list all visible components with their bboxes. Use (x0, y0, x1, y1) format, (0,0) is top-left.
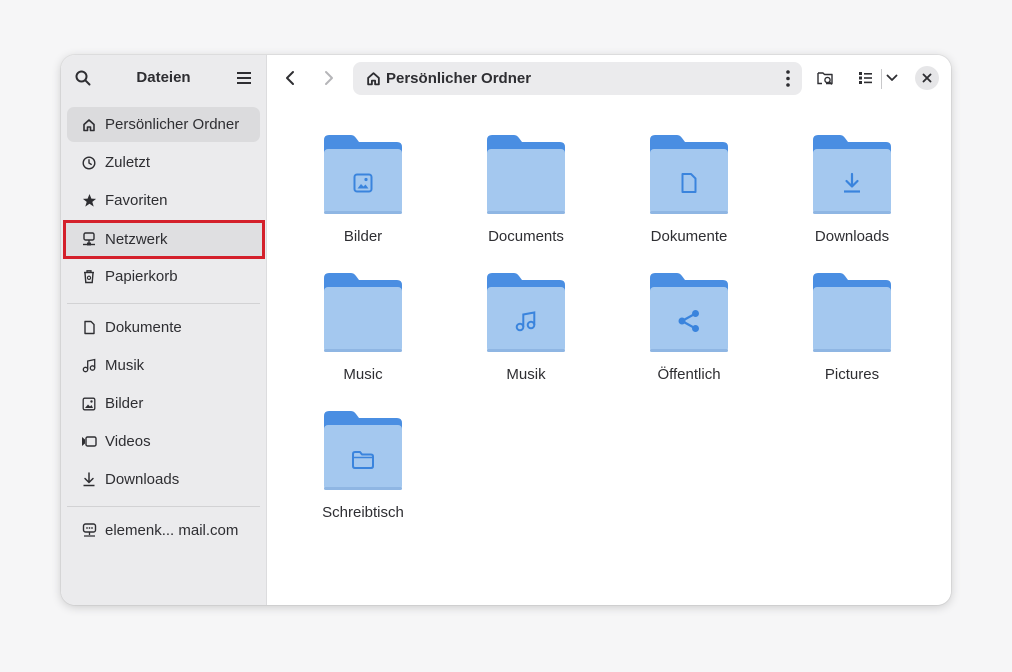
folder-item[interactable]: Bilder (293, 134, 433, 264)
list-view-button[interactable] (851, 64, 879, 92)
sidebar: Dateien Persönlicher Ordner Zuletzt Favo… (61, 55, 267, 605)
document-icon (81, 320, 97, 336)
folder-icon (324, 273, 402, 352)
share-icon (678, 310, 699, 332)
chevron-left-icon (286, 71, 294, 85)
folder-item[interactable]: Documents (456, 134, 596, 264)
home-icon (366, 71, 381, 86)
sidebar-item-downloads[interactable]: Downloads (67, 462, 260, 497)
download-icon (81, 472, 97, 488)
video-icon (81, 434, 97, 450)
star-icon (81, 193, 97, 209)
close-icon (922, 73, 932, 83)
sidebar-item-pictures[interactable]: Bilder (67, 386, 260, 421)
file-name: Pictures (824, 366, 880, 383)
music-icon (81, 358, 97, 374)
toolbar: Persönlicher Ordner (267, 55, 951, 101)
sidebar-item-trash[interactable]: Papierkorb (67, 259, 260, 294)
search-in-folder-button[interactable] (811, 64, 839, 92)
folder-item[interactable]: Dokumente (619, 134, 759, 264)
sidebar-header: Dateien (61, 55, 266, 101)
main-content: Persönlicher Ordner Bilder Documents Dok… (267, 55, 951, 605)
folder-item[interactable]: Musik (456, 272, 596, 402)
sidebar-item-recent[interactable]: Zuletzt (67, 145, 260, 180)
forward-button[interactable] (315, 64, 343, 92)
file-name: Schreibtisch (322, 504, 404, 521)
file-name: Öffentlich (657, 366, 721, 383)
music-icon (515, 311, 536, 332)
image-icon (81, 396, 97, 412)
list-view-icon (858, 72, 872, 84)
chevron-down-icon (886, 74, 898, 81)
folder-icon (487, 135, 565, 214)
file-name: Downloads (814, 228, 890, 245)
folder-search-icon (816, 71, 833, 85)
home-icon (81, 117, 97, 133)
sidebar-item-label: Downloads (105, 471, 180, 488)
vertical-dots-icon (786, 70, 790, 87)
file-name: Dokumente (650, 228, 728, 245)
clock-icon (81, 155, 97, 171)
folder-item[interactable]: Music (293, 272, 433, 402)
folder-item[interactable]: Downloads (782, 134, 922, 264)
sidebar-item-label: Bilder (105, 395, 144, 412)
sidebar-item-label: Dokumente (105, 319, 182, 336)
sidebar-item-label: Netzwerk (105, 231, 168, 248)
file-name: Musik (506, 366, 546, 383)
sidebar-separator (67, 303, 260, 304)
network-icon (81, 232, 97, 248)
sidebar-item-music[interactable]: Musik (67, 348, 260, 383)
sidebar-item-label: Persönlicher Ordner (105, 116, 240, 133)
sidebar-item-label: Favoriten (105, 192, 168, 209)
folder-item[interactable]: Pictures (782, 272, 922, 402)
path-menu-button[interactable] (786, 70, 790, 87)
file-name: Music (343, 366, 383, 383)
sidebar-item-documents[interactable]: Dokumente (67, 310, 260, 345)
download-icon (844, 172, 860, 193)
back-button[interactable] (276, 64, 304, 92)
file-name: Documents (488, 228, 564, 245)
folder-item[interactable]: Öffentlich (619, 272, 759, 402)
sidebar-item-label: Papierkorb (105, 268, 178, 285)
sidebar-item-home[interactable]: Persönlicher Ordner (67, 107, 260, 142)
chevron-right-icon (325, 71, 333, 85)
path-label: Persönlicher Ordner (386, 70, 532, 87)
image-icon (353, 173, 373, 193)
close-button[interactable] (915, 66, 939, 90)
path-bar[interactable]: Persönlicher Ordner (353, 62, 802, 95)
folder-icon (813, 273, 891, 352)
view-options-button[interactable] (879, 64, 905, 92)
sidebar-item-favorites[interactable]: Favoriten (67, 183, 260, 218)
document-icon (681, 173, 697, 193)
sidebar-separator (67, 506, 260, 507)
sidebar-item-label: elemenk... mail.com (105, 522, 239, 539)
sidebar-item-network[interactable]: Netzwerk (63, 220, 265, 259)
sidebar-item-videos[interactable]: Videos (67, 424, 260, 459)
sidebar-item-online-account[interactable]: elemenk... mail.com (67, 513, 260, 548)
hamburger-menu-icon (237, 72, 251, 84)
folder-icon (352, 451, 374, 469)
online-account-icon (81, 523, 97, 539)
sidebar-item-label: Videos (105, 433, 151, 450)
main-menu-button[interactable] (230, 64, 258, 92)
file-name: Bilder (343, 228, 383, 245)
sidebar-item-label: Musik (105, 357, 145, 374)
sidebar-item-label: Zuletzt (105, 154, 151, 171)
folder-item[interactable]: Schreibtisch (293, 410, 433, 540)
trash-icon (81, 269, 97, 285)
file-manager-window: Dateien Persönlicher Ordner Zuletzt Favo… (61, 55, 951, 605)
